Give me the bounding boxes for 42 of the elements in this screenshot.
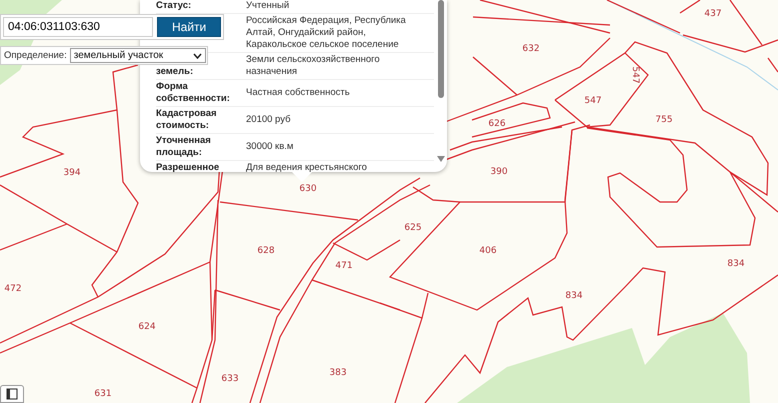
parcel-number: 406 <box>479 246 497 256</box>
parcel-number: 630 <box>299 184 317 194</box>
attribute-value: Частная собственность <box>246 87 350 98</box>
parcel-number: 547 <box>630 66 640 84</box>
attribute-value: 20100 руб <box>246 114 291 125</box>
scroll-down-arrow-icon[interactable] <box>437 156 445 162</box>
parcel-number: 472 <box>4 284 22 294</box>
attribute-label: земель: <box>156 66 194 77</box>
layers-icon <box>6 388 18 400</box>
parcel-number: 626 <box>488 119 506 129</box>
definition-select[interactable]: земельный участок <box>70 48 206 63</box>
parcel-number: 471 <box>335 261 353 271</box>
parcel-number: 755 <box>655 115 673 125</box>
chevron-down-icon <box>192 52 202 58</box>
parcel-number: 632 <box>522 44 540 54</box>
attribute-value: Земли сельскохозяйственного назначения <box>246 54 380 77</box>
attribute-value: Для ведения крестьянского <box>246 162 367 173</box>
parcel-number: 624 <box>138 322 156 332</box>
attribute-label: Разрешенное <box>156 162 220 173</box>
parcel-number: 628 <box>257 246 275 256</box>
find-button[interactable]: Найти <box>157 17 222 37</box>
attribute-value: 30000 кв.м <box>246 141 294 152</box>
parcel-number: 631 <box>94 389 112 399</box>
parcel-number: 625 <box>404 223 422 233</box>
parcel-number: 633 <box>221 374 239 384</box>
attribute-label: Статус: <box>156 0 192 11</box>
parcel-number: 834 <box>727 259 745 269</box>
scrollbar[interactable] <box>437 0 445 162</box>
layers-button[interactable] <box>0 385 24 403</box>
parcel-number: 834 <box>565 291 583 301</box>
attribute-value: Российская Федерация, Республика Алтай, Онгудайский район, Каракольское сельское поселение <box>246 15 406 50</box>
definition-label: Определение: <box>4 50 67 61</box>
parcel-number: 547 <box>584 96 602 106</box>
parcel-number: 394 <box>63 168 81 178</box>
attribute-label: Форма собственности: <box>156 81 230 104</box>
attribute-value: Учтенный <box>246 0 290 11</box>
cadastral-number-field[interactable]: 04:06:031103:630 <box>3 17 153 37</box>
attribute-label: Кадастровая стоимость: <box>156 108 217 131</box>
parcel-number: 390 <box>490 167 508 177</box>
parcel-number: 437 <box>704 9 722 19</box>
parcel-number: 383 <box>329 368 347 378</box>
attribute-label: Уточненная площадь: <box>156 135 211 158</box>
